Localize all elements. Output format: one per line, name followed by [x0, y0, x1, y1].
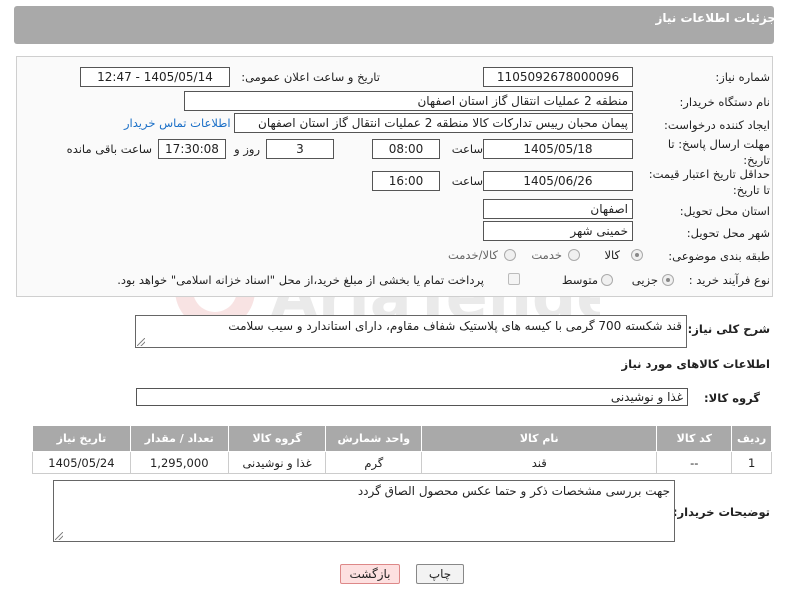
description-textarea[interactable]: قند شکسته 700 گرمی با کیسه های پلاستیک ش…: [135, 315, 687, 348]
delivery-province-field: اصفهان: [483, 199, 633, 219]
cell-quantity: 1,295,000: [129, 451, 229, 474]
description-text: قند شکسته 700 گرمی با کیسه های پلاستیک ش…: [228, 319, 682, 333]
process-type-label: نوع فرآیند خرید :: [688, 273, 770, 287]
category-option-service: خدمت: [531, 248, 562, 262]
col-name: نام کالا: [421, 425, 658, 452]
cell-row: 1: [731, 451, 772, 474]
buyer-org-label: نام دستگاه خریدار:: [679, 95, 770, 109]
page-title: جزئیات اطلاعات نیاز: [655, 11, 776, 25]
price-validity-label: حداقل تاریخ اعتبار قیمت: تا تاریخ:: [648, 167, 770, 197]
description-label: شرح کلی نیاز:: [687, 322, 770, 336]
cell-group: غذا و نوشیدنی: [227, 451, 327, 474]
resize-handle-icon[interactable]: [137, 338, 145, 346]
goods-group-field: غذا و نوشیدنی: [136, 388, 688, 406]
reply-deadline-time: 08:00: [372, 139, 440, 159]
need-number-field: 1105092678000096: [483, 67, 633, 87]
cell-name: قند: [421, 451, 658, 474]
reply-days-label: روز و: [234, 142, 260, 156]
items-table: ردیف کد کالا نام کالا واحد شمارش گروه کا…: [32, 425, 772, 474]
price-validity-time-label: ساعت: [451, 174, 483, 188]
treasury-payment-checkbox[interactable]: [508, 273, 520, 285]
resize-handle-icon[interactable]: [55, 532, 63, 540]
col-group: گروه کالا: [227, 425, 327, 452]
buyer-contact-link[interactable]: اطلاعات تماس خریدار: [124, 116, 231, 130]
back-button[interactable]: بازگشت: [340, 564, 400, 584]
price-validity-time: 16:00: [372, 171, 440, 191]
goods-info-title: اطلاعات کالاهای مورد نیاز: [621, 357, 770, 371]
delivery-province-label: استان محل تحویل:: [679, 204, 770, 218]
category-option-goods: کالا: [604, 248, 620, 262]
delivery-city-field: خمینی شهر: [483, 221, 633, 241]
reply-deadline-time-label: ساعت: [451, 142, 483, 156]
price-validity-date: 1405/06/26: [483, 171, 633, 191]
col-code: کد کالا: [656, 425, 733, 452]
reply-deadline-label: مهلت ارسال پاسخ: تا تاریخ:: [667, 137, 770, 167]
table-row: 1 -- قند گرم غذا و نوشیدنی 1,295,000 140…: [32, 451, 772, 474]
items-table-header: ردیف کد کالا نام کالا واحد شمارش گروه کا…: [32, 425, 772, 452]
requester-label: ایجاد کننده درخواست:: [664, 118, 770, 132]
buyer-notes-label: توضیحات خریدار:: [672, 505, 770, 519]
col-unit: واحد شمارش: [325, 425, 423, 452]
print-button[interactable]: چاپ: [416, 564, 464, 584]
cell-date: 1405/05/24: [32, 451, 131, 474]
category-radio-service[interactable]: [568, 249, 580, 261]
goods-group-label: گروه کالا:: [704, 391, 760, 405]
reply-days-field: 3: [266, 139, 334, 159]
requester-field: پیمان محبان رییس تدارکات کالا منطقه 2 عم…: [234, 113, 633, 133]
treasury-payment-note: پرداخت تمام یا بخشی از مبلغ خرید،از محل …: [117, 273, 484, 287]
buyer-notes-textarea[interactable]: جهت بررسی مشخصات ذکر و حتما عکس محصول ال…: [53, 480, 675, 542]
col-date: تاریخ نیاز: [32, 425, 131, 452]
cell-unit: گرم: [325, 451, 423, 474]
remaining-time-label: ساعت باقی مانده: [66, 142, 152, 156]
buyer-notes-text: جهت بررسی مشخصات ذکر و حتما عکس محصول ال…: [357, 484, 670, 498]
need-number-label: شماره نیاز:: [715, 70, 770, 84]
reply-deadline-date: 1405/05/18: [483, 139, 633, 159]
col-row: ردیف: [731, 425, 772, 452]
process-option-medium: متوسط: [561, 273, 598, 287]
delivery-city-label: شهر محل تحویل:: [686, 226, 770, 240]
announce-datetime-label: تاریخ و ساعت اعلان عمومی:: [241, 70, 380, 84]
category-radio-goods-service[interactable]: [504, 249, 516, 261]
category-option-goods-service: کالا/خدمت: [447, 248, 498, 262]
process-radio-partial[interactable]: [662, 274, 674, 286]
process-option-partial: جزیی: [631, 273, 658, 287]
buyer-org-field: منطقه 2 عملیات انتقال گاز استان اصفهان: [184, 91, 633, 111]
process-radio-medium[interactable]: [601, 274, 613, 286]
col-quantity: تعداد / مقدار: [129, 425, 229, 452]
category-label: طبقه بندی موضوعی:: [668, 249, 770, 263]
remaining-time-field: 17:30:08: [158, 139, 226, 159]
cell-code: --: [656, 451, 733, 474]
category-radio-goods[interactable]: [631, 249, 643, 261]
announce-datetime-field: 1405/05/14 - 12:47: [80, 67, 230, 87]
